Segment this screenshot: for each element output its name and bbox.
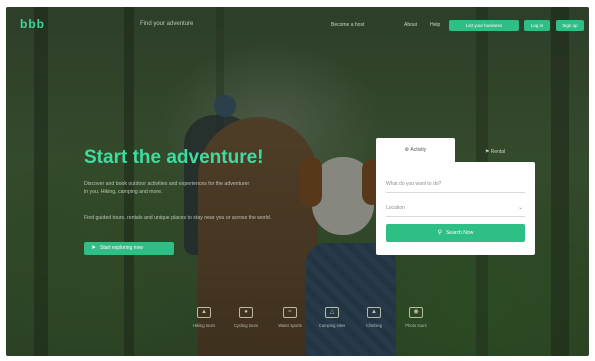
hero-description-line: in you. Hiking, camping and more. (84, 189, 163, 195)
category-label: Hiking tours (192, 323, 216, 328)
search-tabs: ⚙ Activity ⚑ Rental (376, 138, 535, 162)
category-water[interactable]: ≈ Water sports (268, 307, 312, 328)
start-exploring-label: Start exploring now (100, 245, 143, 251)
tab-activity-label: Activity (410, 147, 427, 153)
hero-description-line: Find guided tours, rentals and unique pl… (84, 215, 272, 221)
activity-icon: ⚙ (404, 147, 410, 153)
hero-description-line: Discover and book outdoor activities and… (84, 181, 250, 187)
boot-icon: ▲ (197, 307, 211, 318)
mountain-icon: ▲ (367, 307, 381, 318)
category-label: Climbing (365, 323, 383, 328)
tent-icon: △ (325, 307, 339, 318)
start-exploring-button[interactable]: ➤ Start exploring now (84, 242, 174, 255)
category-photo[interactable]: ◉ Photo tours (394, 307, 438, 328)
search-button[interactable]: ⚲ Search Now (386, 224, 525, 242)
category-hiking[interactable]: ▲ Hiking tours (182, 307, 226, 328)
hero-title: Start the adventure! (84, 147, 264, 168)
nav-link-help[interactable]: Help (430, 22, 440, 28)
logo[interactable]: bbb (20, 17, 54, 31)
top-navigation: bbb Find your adventure Become a host Ab… (6, 7, 589, 37)
nav-link-become-host[interactable]: Become a host (331, 22, 364, 28)
category-label: Water sports (278, 323, 302, 328)
chevron-down-icon: ⌄ (517, 205, 523, 211)
category-label: Cycling tours (233, 323, 259, 328)
camera-icon: ◉ (409, 307, 423, 318)
category-camping[interactable]: △ Camping sites (310, 307, 354, 328)
page-frame: bbb Find your adventure Become a host Ab… (6, 7, 589, 356)
search-button-label: Search Now (446, 230, 474, 236)
tab-activity[interactable]: ⚙ Activity (376, 138, 455, 162)
wave-icon: ≈ (283, 307, 297, 318)
search-card: What do you want to do? Location ⌄ ⚲ Sear… (376, 162, 535, 255)
signup-button[interactable]: Sign up (556, 20, 584, 31)
compass-icon: ➤ (91, 245, 97, 251)
category-label: Camping sites (318, 323, 346, 328)
login-button[interactable]: Log in (524, 20, 550, 31)
activity-input[interactable]: What do you want to do? (386, 176, 525, 193)
category-label: Photo tours (405, 323, 427, 328)
list-business-button[interactable]: List your business (449, 20, 519, 31)
category-climbing[interactable]: ▲ Climbing (352, 307, 396, 328)
search-icon: ⚲ (437, 230, 443, 236)
location-select[interactable]: Location ⌄ (386, 200, 525, 217)
category-cycling[interactable]: ● Cycling tours (224, 307, 268, 328)
tab-rental[interactable]: ⚑ Rental (455, 142, 535, 162)
bike-icon: ● (239, 307, 253, 318)
tab-rental-label: Rental (490, 149, 506, 155)
nav-link-about[interactable]: About (404, 22, 417, 28)
rental-icon: ⚑ (484, 149, 490, 155)
tagline: Find your adventure (140, 21, 194, 27)
location-placeholder: Location (386, 205, 405, 211)
